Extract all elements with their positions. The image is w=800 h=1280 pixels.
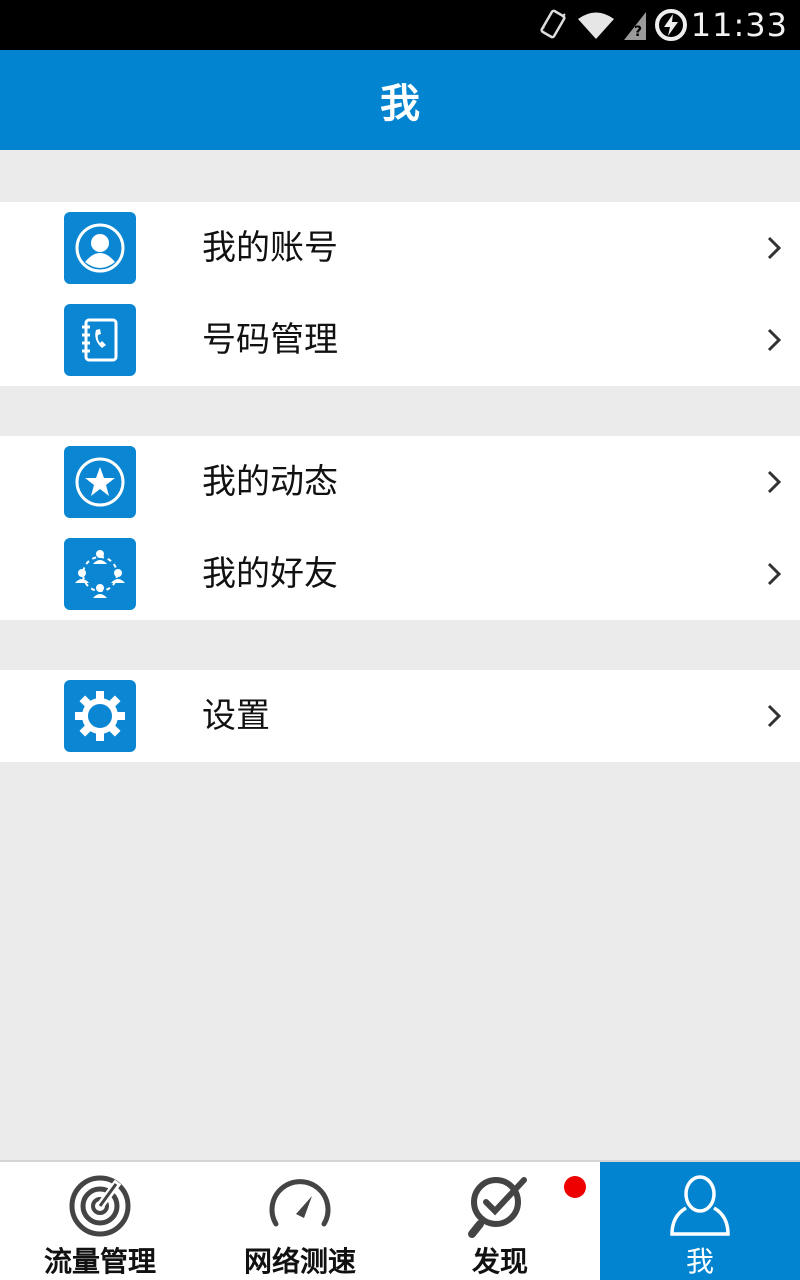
menu-group-social: 我的动态 我的好友: [0, 436, 800, 620]
bottom-tab-bar: 流量管理 网络测速 发现 我: [0, 1160, 800, 1280]
signal-icon: ?: [624, 12, 646, 40]
menu-item-my-friends[interactable]: 我的好友: [0, 528, 800, 620]
tab-speed-test[interactable]: 网络测速: [200, 1162, 400, 1280]
menu-item-label: 我的账号: [202, 228, 338, 268]
menu-item-label: 号码管理: [202, 320, 338, 360]
chevron-right-icon: [767, 704, 782, 728]
gear-icon: [64, 680, 136, 752]
tab-traffic-management[interactable]: 流量管理: [0, 1162, 200, 1280]
account-icon: [64, 212, 136, 284]
chevron-right-icon: [767, 236, 782, 260]
menu-group-settings: 设置: [0, 670, 800, 762]
status-bar: ? 11:33: [0, 0, 800, 50]
contacts-book-icon: [64, 304, 136, 376]
menu-item-number-management[interactable]: 号码管理: [0, 294, 800, 386]
menu-item-settings[interactable]: 设置: [0, 670, 800, 762]
chevron-right-icon: [767, 470, 782, 494]
tab-label: 发现: [471, 1245, 528, 1278]
menu-item-label: 设置: [202, 696, 270, 736]
menu-item-label: 我的好友: [202, 554, 338, 594]
chevron-right-icon: [767, 328, 782, 352]
menu-item-account[interactable]: 我的账号: [0, 202, 800, 294]
battery-charging-icon: [655, 9, 687, 41]
svg-text:?: ?: [634, 24, 642, 40]
chevron-right-icon: [767, 562, 782, 586]
menu-item-label: 我的动态: [202, 462, 338, 502]
traffic-radar-icon: [69, 1175, 131, 1237]
title-bar: 我: [0, 50, 800, 150]
discover-icon: [468, 1177, 527, 1238]
tab-me[interactable]: 我: [600, 1162, 800, 1280]
status-time: 11:33: [690, 6, 788, 44]
tab-discover[interactable]: 发现: [400, 1162, 600, 1280]
menu-item-my-updates[interactable]: 我的动态: [0, 436, 800, 528]
tab-label: 我: [685, 1245, 714, 1278]
menu-group-account: 我的账号 号码管理: [0, 202, 800, 386]
notification-badge: [564, 1176, 586, 1198]
wifi-icon: [578, 12, 614, 39]
star-icon: [64, 446, 136, 518]
vibrate-icon: [540, 9, 566, 39]
status-icons: ?: [538, 8, 688, 42]
tab-label: 流量管理: [43, 1245, 156, 1278]
friends-icon: [64, 538, 136, 610]
speedometer-icon: [269, 1179, 331, 1227]
person-icon: [670, 1175, 730, 1236]
page-title: 我: [380, 81, 420, 127]
tab-label: 网络测速: [243, 1245, 356, 1278]
